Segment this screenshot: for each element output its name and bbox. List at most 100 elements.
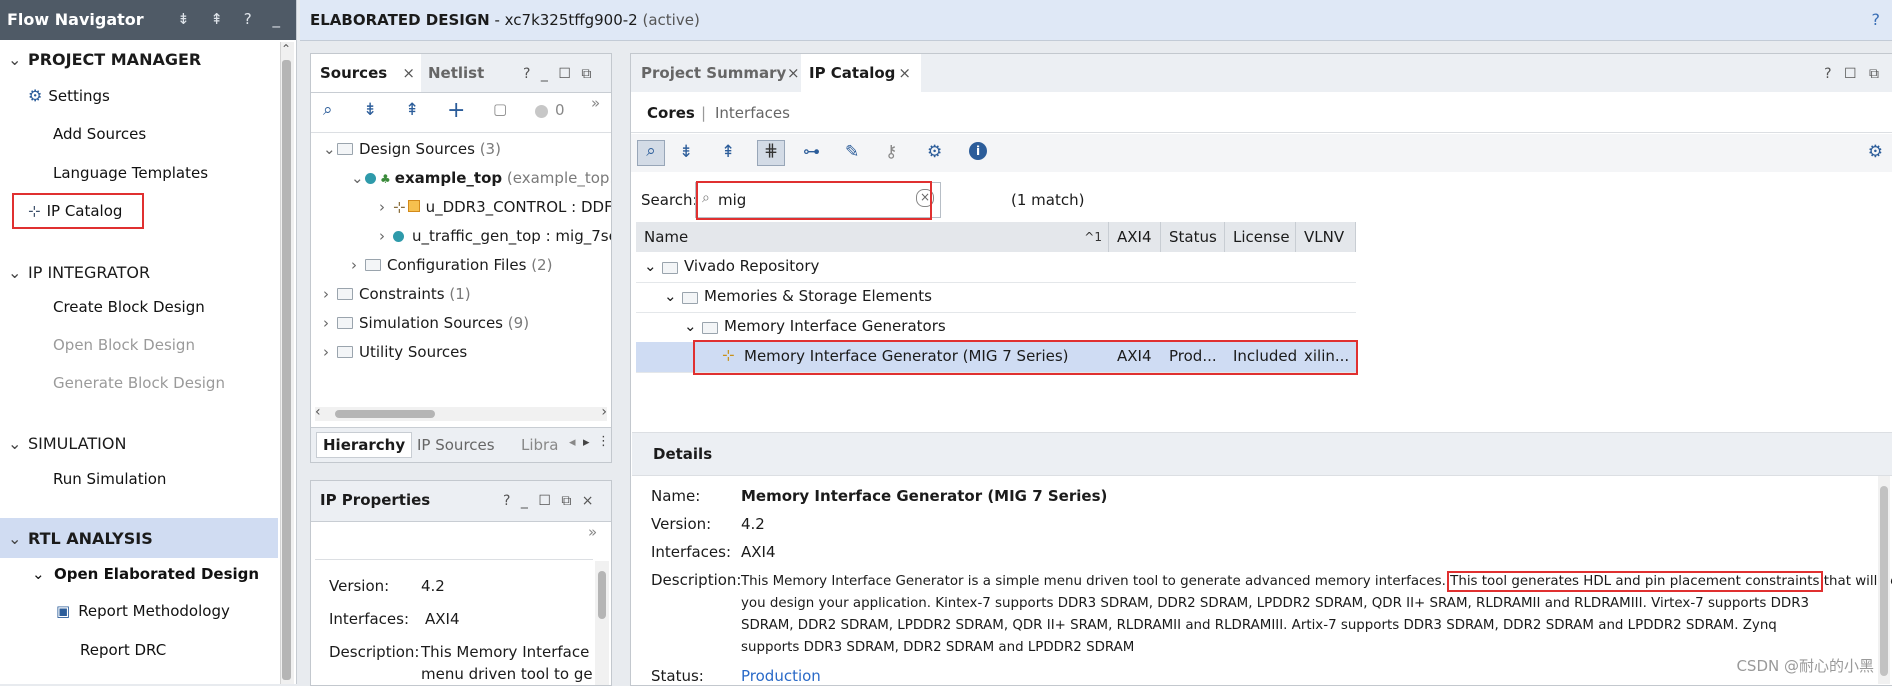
detail-label-status: Status:	[651, 667, 704, 685]
column-header-status[interactable]: Status	[1161, 222, 1225, 252]
close-icon[interactable]: ×	[402, 54, 415, 92]
chevron-right-icon[interactable]: ›	[323, 343, 337, 361]
column-header-name[interactable]: Name ^1	[636, 222, 1109, 252]
more-icon[interactable]: »	[591, 94, 600, 112]
chevron-right-icon[interactable]: ›	[323, 314, 337, 332]
tree-utility-sources[interactable]: › Utility Sources	[323, 343, 467, 361]
hierarchy-view-icon[interactable]: ⊶	[803, 142, 820, 162]
tab-list-icon[interactable]: ⋮	[597, 434, 610, 449]
nav-item-report-methodology[interactable]: ▣ Report Methodology	[56, 602, 230, 620]
chevron-down-icon[interactable]: ⌄	[664, 287, 677, 305]
chevron-down-icon[interactable]: ⌄	[351, 169, 365, 187]
nav-item-run-simulation[interactable]: Run Simulation	[53, 470, 166, 488]
filter-icon[interactable]: ⋕	[757, 140, 785, 166]
close-icon[interactable]: ×	[898, 54, 911, 92]
column-header-license[interactable]: License	[1225, 222, 1296, 252]
folder-icon	[365, 259, 381, 271]
chevron-down-icon[interactable]: ⌄	[8, 434, 28, 453]
tab-scroll-right-icon[interactable]: ▸	[583, 435, 590, 450]
ip-properties-controls[interactable]: ? _ ☐ ⧉ ×	[503, 493, 597, 509]
column-header-axi4[interactable]: AXI4	[1109, 222, 1161, 252]
add-sources-icon[interactable]: +	[447, 98, 465, 123]
section-rtl-analysis[interactable]: ⌄ RTL ANALYSIS	[8, 529, 153, 548]
tree-simulation-sources[interactable]: › Simulation Sources (9)	[323, 314, 529, 332]
flow-navigator-scroll-thumb[interactable]	[282, 60, 291, 680]
chevron-down-icon[interactable]: ⌄	[8, 50, 28, 69]
tree-constraints[interactable]: › Constraints (1)	[323, 285, 471, 303]
chevron-down-icon[interactable]: ⌄	[8, 263, 28, 282]
detail-value-status-link[interactable]: Production	[741, 667, 821, 685]
info-icon[interactable]: i	[969, 142, 987, 160]
ip-properties-v-scrollbar[interactable]	[595, 561, 609, 685]
catalog-panel-controls[interactable]: ? ☐ ⧉	[1824, 66, 1883, 82]
scroll-thumb[interactable]	[1880, 486, 1888, 676]
tab-sources[interactable]: Sources ×	[311, 54, 421, 92]
search-toggle-icon[interactable]: ⌕	[637, 140, 665, 166]
scroll-right-icon[interactable]: ›	[601, 404, 607, 420]
key-icon[interactable]: ⚷	[885, 142, 897, 162]
chip-settings-icon[interactable]: ⚙	[927, 142, 942, 162]
chevron-down-icon[interactable]: ⌄	[8, 529, 28, 548]
collapse-all-icon[interactable]: ⇟	[679, 142, 693, 162]
chevron-right-icon[interactable]: ›	[351, 256, 365, 274]
tab-hierarchy[interactable]: Hierarchy	[316, 432, 413, 458]
flow-navigator: Flow Navigator ⇟ ⇞ ? _ ⌄ PROJECT MANAGER …	[0, 0, 297, 684]
tree-configuration-files[interactable]: › Configuration Files (2)	[351, 256, 552, 274]
table-row-vivado-repository[interactable]: ⌄ Vivado Repository	[636, 252, 1356, 283]
chevron-down-icon[interactable]: ⌄	[644, 257, 657, 275]
gear-icon[interactable]: ⚙	[1868, 142, 1883, 162]
section-project-manager[interactable]: ⌄ PROJECT MANAGER	[8, 50, 201, 69]
flow-navigator-controls[interactable]: ⇟ ⇞ ? _	[177, 10, 288, 28]
nav-item-open-elaborated-design[interactable]: ⌄ Open Elaborated Design	[32, 565, 259, 583]
details-title: Details	[653, 445, 713, 463]
tab-netlist[interactable]: Netlist	[428, 64, 484, 82]
scroll-thumb[interactable]	[598, 571, 606, 619]
table-row-memories-storage[interactable]: ⌄ Memories & Storage Elements	[636, 282, 1356, 313]
tree-traffic-gen-top[interactable]: ›u_traffic_gen_top : mig_7serie	[379, 227, 611, 245]
search-icon[interactable]: ⌕	[323, 100, 333, 120]
scroll-thumb[interactable]	[335, 410, 435, 418]
tab-ip-sources[interactable]: IP Sources	[417, 436, 495, 454]
tab-ip-catalog[interactable]: IP Catalog ×	[801, 54, 921, 92]
nav-item-add-sources[interactable]: Add Sources	[53, 125, 146, 143]
tree-ddr3-control[interactable]: › ⊹ u_DDR3_CONTROL : DDF	[379, 198, 611, 216]
expand-all-icon[interactable]: ⇞	[405, 100, 419, 120]
nav-item-settings[interactable]: ⚙ Settings	[28, 86, 110, 105]
more-icon[interactable]: »	[588, 523, 597, 541]
subtab-cores[interactable]: Cores	[647, 104, 695, 122]
chevron-right-icon[interactable]: ›	[379, 227, 393, 245]
chevron-right-icon[interactable]: ›	[379, 198, 393, 216]
subtab-interfaces[interactable]: Interfaces	[715, 104, 790, 122]
chevron-down-icon[interactable]: ⌄	[684, 317, 697, 335]
flow-navigator-header: Flow Navigator ⇟ ⇞ ? _	[0, 0, 296, 40]
column-header-vlnv[interactable]: VLNV	[1296, 222, 1356, 252]
folder-icon	[337, 288, 353, 300]
help-icon[interactable]: ?	[1872, 10, 1881, 29]
tab-project-summary[interactable]: Project Summary	[641, 64, 786, 82]
chevron-down-icon[interactable]: ⌄	[32, 565, 54, 583]
nav-item-report-drc[interactable]: Report DRC	[80, 641, 166, 659]
tab-libraries[interactable]: Libra	[521, 436, 565, 454]
tree-design-sources[interactable]: ⌄ Design Sources (3)	[323, 140, 501, 158]
section-ip-integrator[interactable]: ⌄ IP INTEGRATOR	[8, 263, 150, 282]
folder-icon	[702, 322, 718, 334]
nav-item-language-templates[interactable]: Language Templates	[53, 164, 208, 182]
source-info-icon[interactable]: ▢	[493, 100, 507, 118]
tab-scroll-left-icon[interactable]: ◂	[569, 435, 576, 450]
table-row-memory-interface-generators[interactable]: ⌄ Memory Interface Generators	[636, 312, 1356, 343]
wrench-icon[interactable]: ✎	[845, 142, 859, 162]
scroll-left-icon[interactable]: ‹	[315, 404, 321, 420]
watermark-text: CSDN @耐心的小黑	[1736, 657, 1874, 675]
section-simulation[interactable]: ⌄ SIMULATION	[8, 434, 126, 453]
expand-all-icon[interactable]: ⇞	[721, 142, 735, 162]
chevron-right-icon[interactable]: ›	[323, 285, 337, 303]
scroll-up-icon[interactable]: ⌃	[281, 42, 291, 56]
sources-h-scrollbar[interactable]: ‹ ›	[315, 404, 607, 421]
tree-example-top[interactable]: ⌄♣example_top (example_top.v) (	[351, 169, 611, 187]
sources-panel-controls[interactable]: ? _ ☐ ⧉	[523, 66, 594, 82]
chevron-down-icon[interactable]: ⌄	[323, 140, 337, 158]
nav-item-create-block-design[interactable]: Create Block Design	[53, 298, 205, 316]
collapse-all-icon[interactable]: ⇟	[363, 100, 377, 120]
close-icon[interactable]: ×	[787, 64, 800, 82]
details-v-scrollbar[interactable]	[1878, 476, 1890, 684]
